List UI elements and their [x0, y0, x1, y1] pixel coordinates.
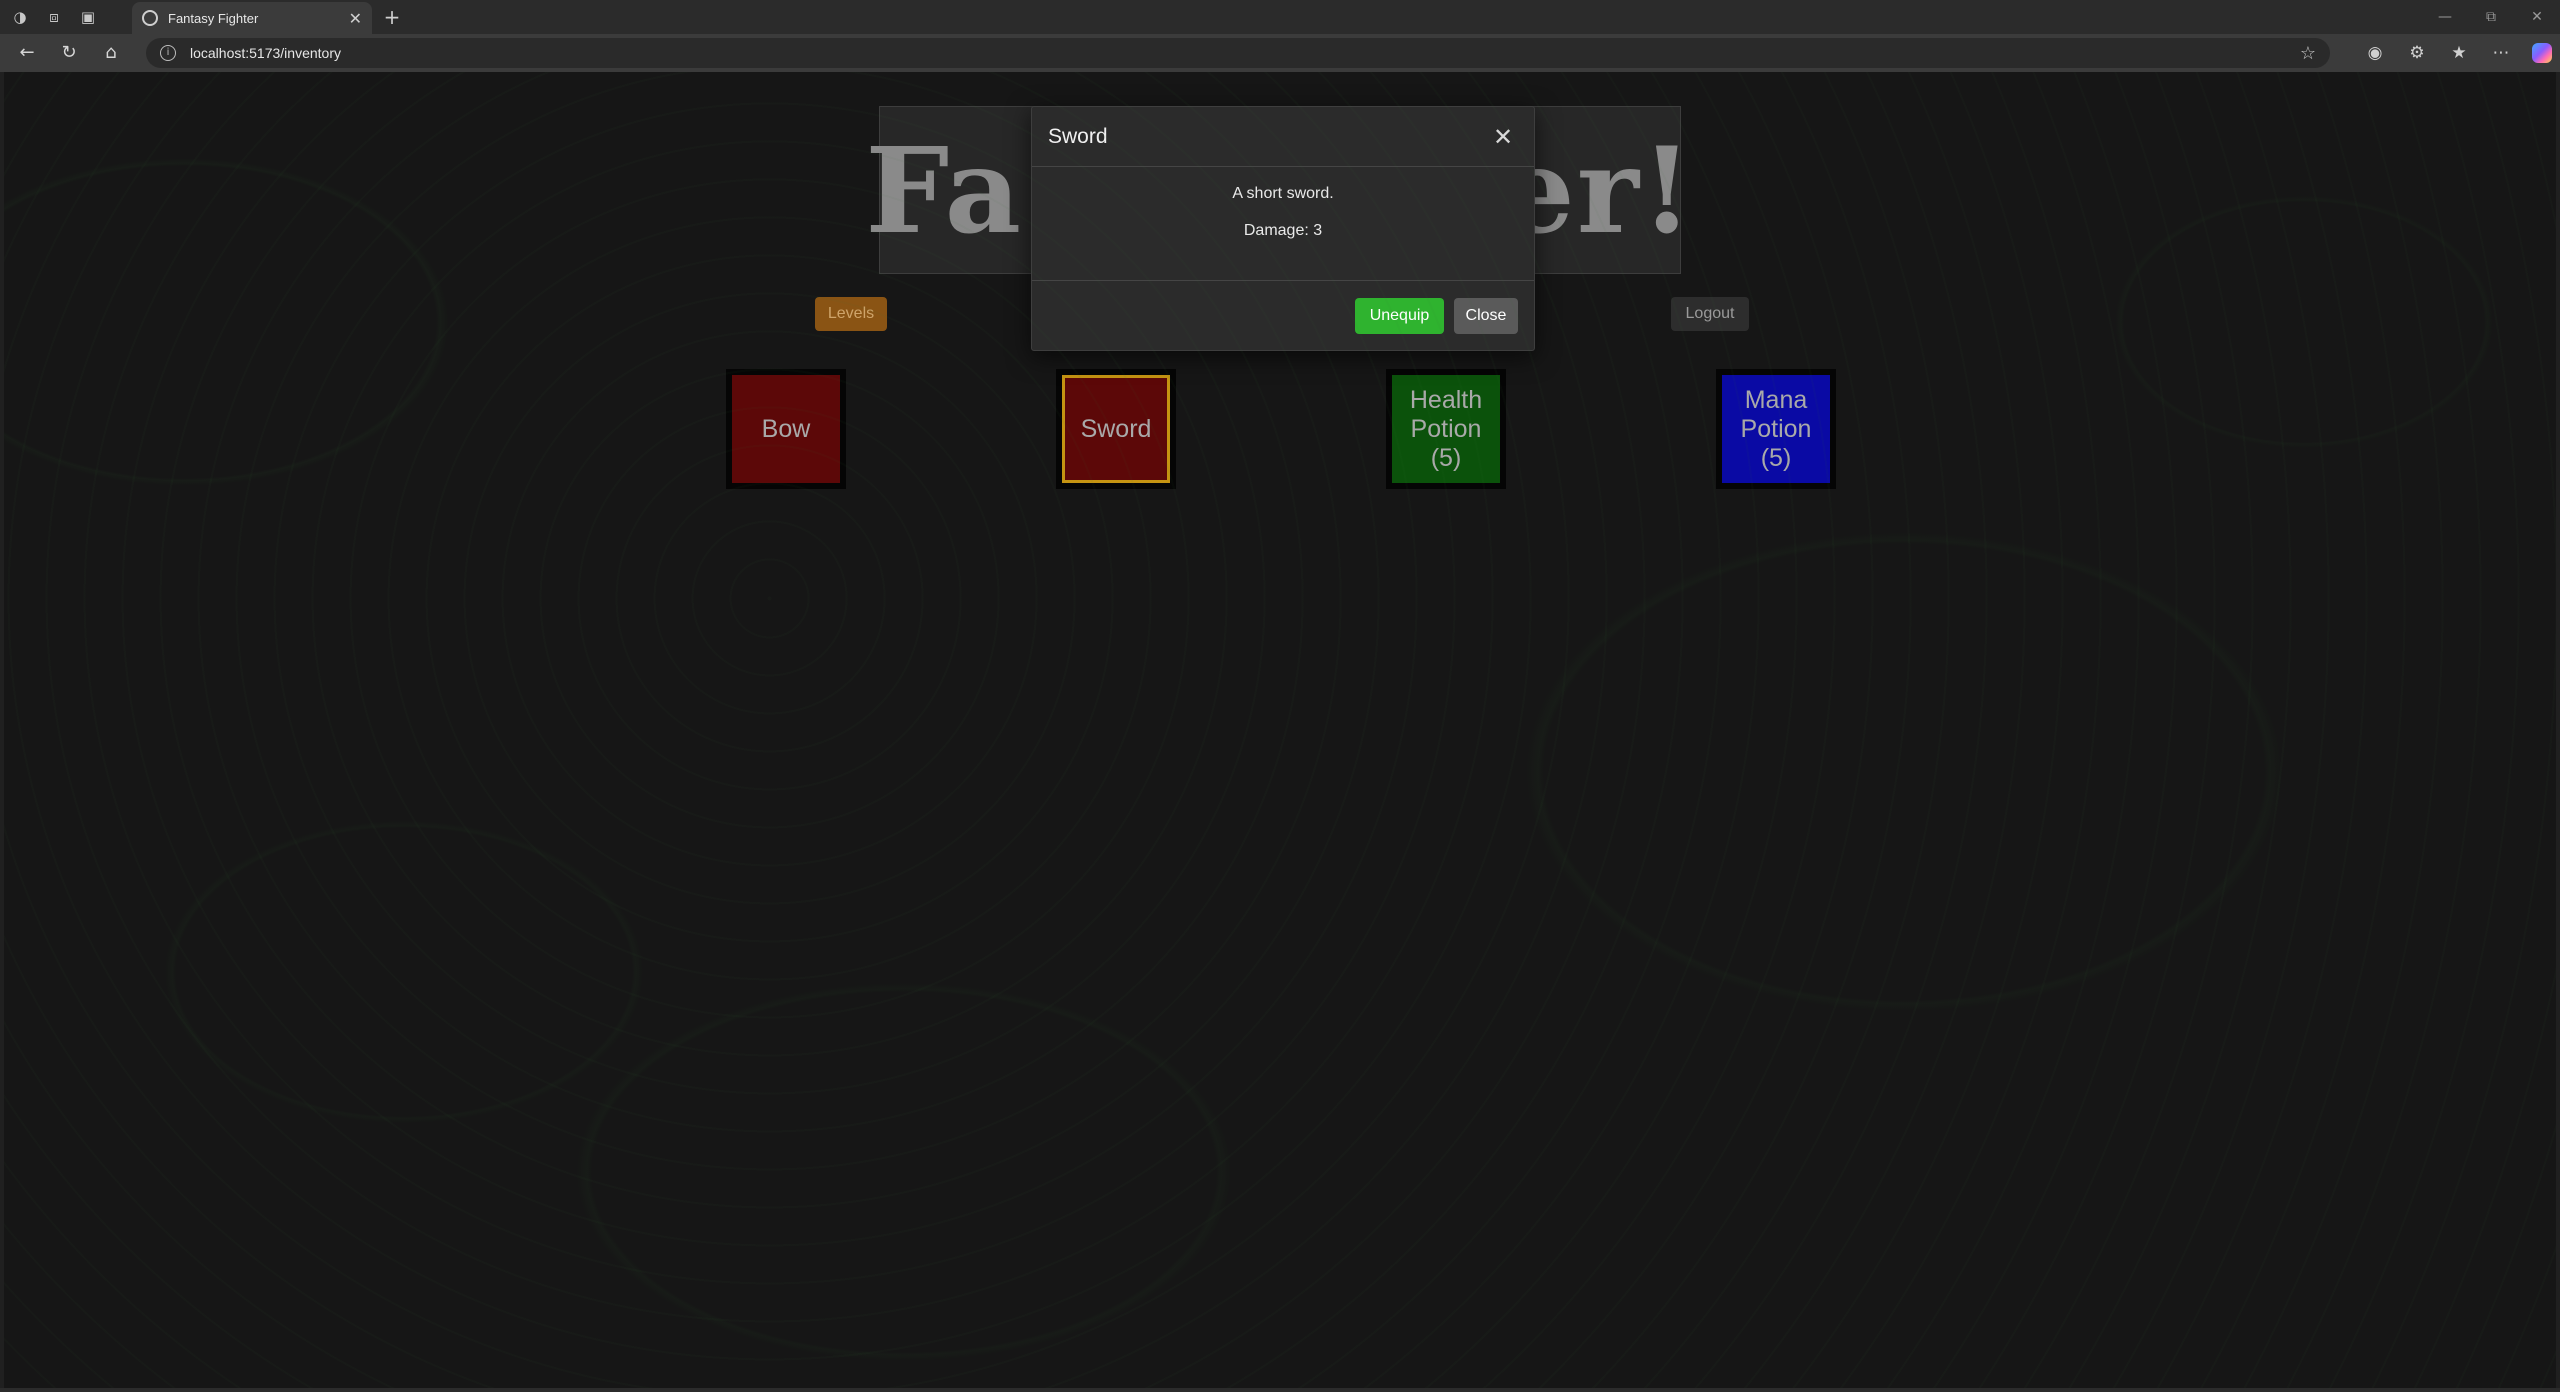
extensions-icon[interactable]: ⚙ — [2396, 43, 2438, 63]
browser-titlebar: ◑ ⧈ ▣ Fantasy Fighter ✕ + — ⧉ ✕ — [0, 0, 2560, 34]
item-label: Sword — [1080, 414, 1152, 443]
refresh-icon[interactable]: ↻ — [54, 38, 84, 68]
modal-title: Sword — [1048, 124, 1108, 148]
favorites-icon[interactable]: ★ — [2438, 43, 2480, 63]
window-bottom-edge — [0, 1388, 2560, 1392]
close-icon[interactable]: ✕ — [1488, 122, 1518, 152]
inventory-item-bow[interactable]: Bow — [726, 369, 846, 489]
more-icon[interactable]: ⋯ — [2480, 43, 2522, 63]
toolbar-right: ◉ ⚙ ★ ⋯ — [2354, 38, 2552, 68]
new-tab-icon[interactable]: + — [380, 6, 404, 30]
restore-icon[interactable]: ⧉ — [2468, 0, 2514, 34]
tab-favicon-icon — [142, 10, 158, 26]
inventory-item-health-potion[interactable]: Health Potion (5) — [1386, 369, 1506, 489]
copilot-icon[interactable] — [2532, 43, 2552, 63]
profile-icon[interactable]: ◑ — [10, 7, 30, 27]
home-icon[interactable]: ⌂ — [96, 38, 126, 68]
modal-footer: Unequip Close — [1032, 281, 1534, 351]
minimize-icon[interactable]: — — [2422, 0, 2468, 34]
tab-title: Fantasy Fighter — [168, 10, 259, 26]
item-stat: Damage: 3 — [1243, 222, 1323, 239]
item-description: A short sword. — [1232, 185, 1334, 202]
close-button[interactable]: Close — [1454, 298, 1518, 334]
item-label: Health Potion — [1409, 385, 1483, 443]
inventory-item-sword[interactable]: Sword — [1056, 369, 1176, 489]
game-title-left: Fa — [865, 120, 1024, 260]
item-modal: Sword ✕ A short sword. Damage: 3 Unequip… — [1031, 106, 1535, 351]
inventory-item-mana-potion[interactable]: Mana Potion (5) — [1716, 369, 1836, 489]
item-count: (5) — [1760, 443, 1792, 472]
browser-toolbar: ← ↻ ⌂ i localhost:5173/inventory ☆ ◉ ⚙ ★… — [0, 34, 2560, 72]
url-text[interactable]: localhost:5173/inventory — [190, 45, 2300, 61]
workspaces-icon[interactable]: ⧈ — [44, 7, 64, 27]
modal-body: A short sword. Damage: 3 — [1032, 167, 1534, 281]
modal-header: Sword ✕ — [1032, 107, 1534, 167]
site-info-icon[interactable]: i — [160, 45, 176, 61]
logout-button[interactable]: Logout — [1671, 297, 1749, 331]
reading-mode-icon[interactable]: ◉ — [2354, 43, 2396, 63]
window-close-icon[interactable]: ✕ — [2514, 0, 2560, 34]
levels-button[interactable]: Levels — [815, 297, 887, 331]
unequip-button[interactable]: Unequip — [1355, 298, 1444, 334]
favorite-star-icon[interactable]: ☆ — [2300, 43, 2316, 64]
item-count: (5) — [1430, 443, 1462, 472]
page-viewport: Fa ter! Levels Logout Bow Sword Health Po… — [4, 72, 2556, 1388]
browser-tab[interactable]: Fantasy Fighter ✕ — [132, 2, 372, 34]
tab-close-icon[interactable]: ✕ — [349, 9, 362, 28]
back-icon[interactable]: ← — [12, 38, 42, 68]
item-label: Bow — [761, 414, 811, 443]
tab-actions-icon[interactable]: ▣ — [78, 7, 98, 27]
item-label: Mana Potion — [1740, 385, 1812, 443]
address-bar[interactable]: i localhost:5173/inventory ☆ — [146, 38, 2330, 68]
window-controls: — ⧉ ✕ — [2422, 0, 2560, 34]
